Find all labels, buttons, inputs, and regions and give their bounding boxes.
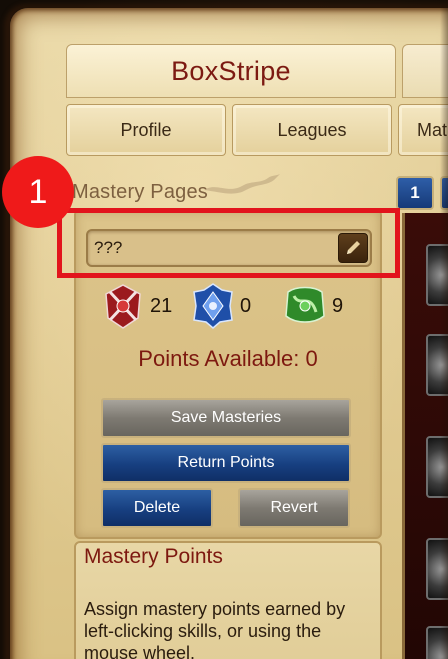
mastery-points-title: Mastery Points xyxy=(84,545,223,568)
pencil-icon xyxy=(347,241,360,254)
delete-button[interactable]: Delete xyxy=(101,488,213,528)
offense-points-count: 21 xyxy=(150,294,173,317)
mastery-points-description: Assign mastery points earned by left-cli… xyxy=(84,599,346,659)
save-masteries-button[interactable]: Save Masteries xyxy=(101,398,351,438)
nav-profile-button[interactable]: Profile xyxy=(66,104,226,156)
profile-nav: Profile Leagues Mat xyxy=(66,104,448,156)
defense-tree-icon xyxy=(193,283,233,329)
page-name-field[interactable] xyxy=(86,229,372,267)
offense-tree-summary: 21 xyxy=(100,282,172,330)
summoner-name-tab[interactable]: BoxStripe xyxy=(66,44,396,98)
annotation-step-badge: 1 xyxy=(2,156,74,228)
defense-points-count: 0 xyxy=(240,294,252,317)
mastery-pages-label: Mastery Pages xyxy=(72,181,208,203)
summoner-name: BoxStripe xyxy=(171,55,291,86)
dragon-ornament-icon xyxy=(204,174,280,194)
edit-page-name-button[interactable] xyxy=(338,233,368,263)
utility-points-count: 9 xyxy=(332,294,344,317)
page-name-input[interactable] xyxy=(88,231,328,265)
nav-leagues-button[interactable]: Leagues xyxy=(232,104,392,156)
revert-button[interactable]: Revert xyxy=(238,488,350,528)
client-window: BoxStripe Profile Leagues Mat Mastery Pa… xyxy=(0,0,448,659)
return-points-button[interactable]: Return Points xyxy=(101,443,351,483)
points-available-text: Points Available: 0 xyxy=(138,346,318,371)
defense-tree-summary: 0 xyxy=(190,282,251,330)
mastery-page-1-button[interactable]: 1 xyxy=(396,176,434,210)
utility-tree-icon xyxy=(285,286,325,323)
utility-tree-summary: 9 xyxy=(282,282,343,330)
offense-tree-icon xyxy=(105,284,141,329)
frame-edge xyxy=(440,0,448,659)
